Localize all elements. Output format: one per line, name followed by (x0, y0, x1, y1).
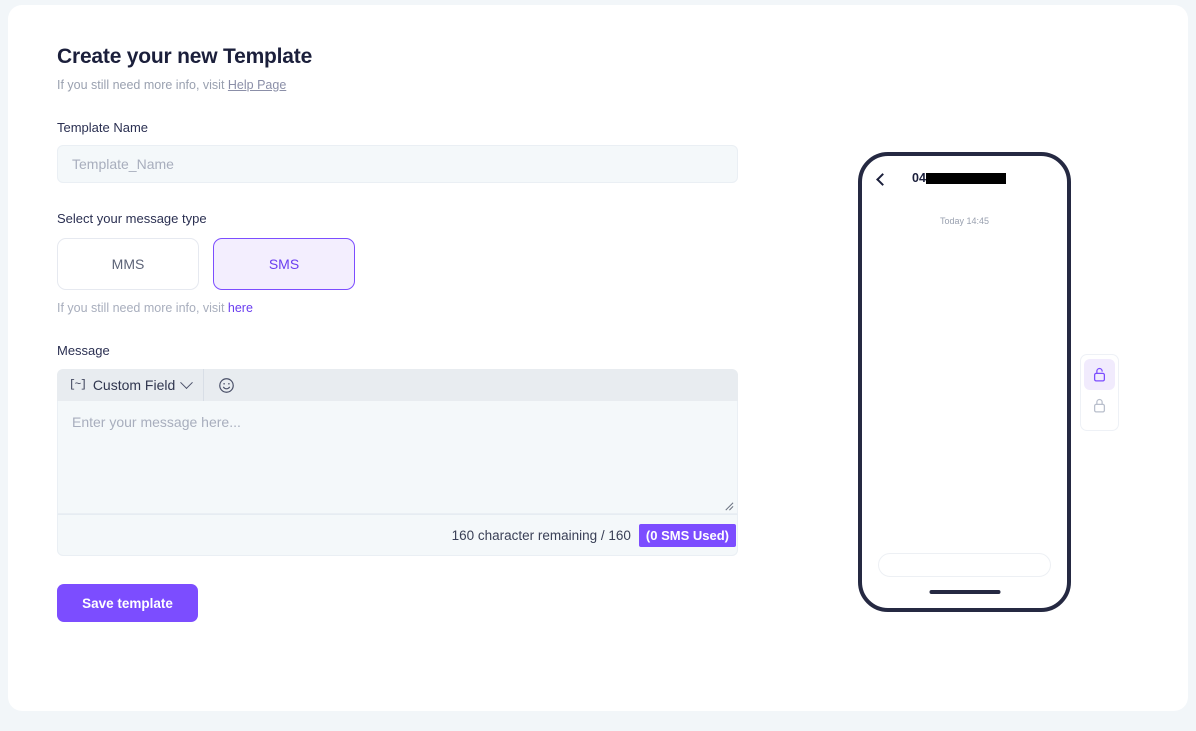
help-page-link[interactable]: Help Page (228, 78, 286, 92)
chevron-left-icon[interactable] (876, 172, 889, 186)
message-type-hint: If you still need more info, visit here (57, 301, 738, 315)
here-link[interactable]: here (228, 301, 253, 315)
page-title: Create your new Template (57, 45, 313, 68)
template-name-label: Template Name (57, 120, 149, 135)
template-form: Create your new Template If you still ne… (57, 45, 738, 622)
message-type-hint-text: If you still need more info, visit (57, 301, 228, 315)
message-composer: [~] Custom Field Enter your message here… (57, 369, 738, 556)
page-subtitle-text: If you still need more info, visit (57, 78, 228, 92)
message-counter-bar: 160 character remaining / 160 (0 SMS Use… (57, 514, 738, 556)
phone-contact-redaction (925, 172, 1006, 184)
sms-used-badge: (0 SMS Used) (638, 523, 736, 547)
save-template-button[interactable]: Save template (57, 584, 198, 622)
message-textarea[interactable] (57, 401, 738, 514)
phone-preview: 04 Today 14:45 (858, 152, 1071, 612)
template-name-section: Template Name (57, 120, 738, 183)
composer-toolbar: [~] Custom Field (57, 369, 738, 401)
message-type-sms-button[interactable]: SMS (213, 238, 355, 290)
phone-contact: 04 (912, 171, 1006, 185)
page-card: Create your new Template If you still ne… (8, 5, 1188, 711)
character-counter: 160 character remaining / 160 (451, 527, 631, 543)
phone-header: 04 (862, 156, 1067, 200)
lock-icon (1093, 398, 1106, 413)
custom-field-dropdown[interactable]: [~] Custom Field (57, 369, 205, 401)
phone-contact-prefix: 04 (912, 171, 926, 185)
unlock-icon (1093, 367, 1106, 382)
phone-timestamp: Today 14:45 (939, 216, 990, 226)
page-subtitle: If you still need more info, visit Help … (57, 78, 738, 92)
message-type-section: Select your message type MMS SMS If you … (57, 211, 738, 315)
lock-widget (1080, 354, 1119, 431)
message-section: Message [~] Custom Field Enter your mess… (57, 343, 738, 556)
message-type-label: Select your message type (57, 211, 207, 226)
message-label: Message (57, 343, 110, 358)
chevron-down-icon (180, 375, 194, 389)
custom-field-label: Custom Field (92, 377, 176, 393)
unlock-toggle[interactable] (1084, 359, 1115, 390)
template-name-input[interactable] (57, 145, 738, 183)
message-type-mms-button[interactable]: MMS (57, 238, 199, 290)
message-textarea-wrap (57, 401, 738, 514)
custom-field-bracket-icon: [~] (69, 379, 87, 391)
lock-toggle[interactable] (1084, 390, 1115, 421)
phone-home-indicator (929, 590, 1000, 594)
emoji-button[interactable] (204, 369, 248, 401)
phone-message-input[interactable] (878, 553, 1051, 577)
smiley-icon (218, 377, 234, 393)
message-type-options: MMS SMS (57, 238, 738, 290)
